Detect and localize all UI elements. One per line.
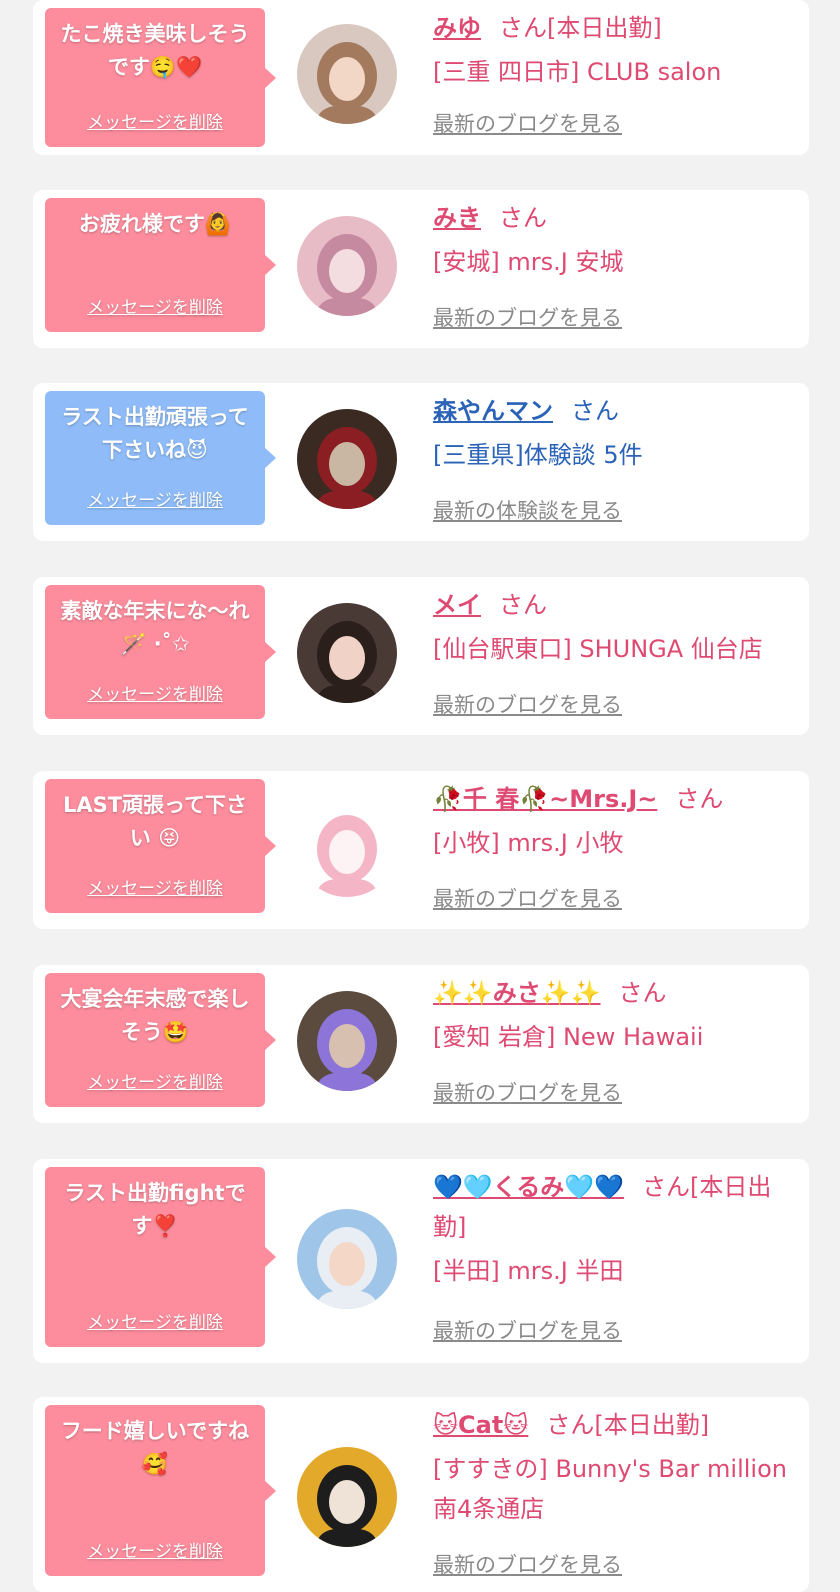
message-bubble: たこ焼き美味しそうです🤤❤️ メッセージを削除 [45,8,276,147]
message-card: フード嬉しいですね🥰 メッセージを削除 🐱Cat🐱 さん[本日出勤] [すすきの] Bu… [33,1397,809,1592]
message-card: ラスト出勤頑張って下さいね😈 メッセージを削除 森やんマン さん [三重県]体験談 5件… [33,383,809,541]
delete-message-link[interactable]: メッセージを削除 [45,874,265,899]
sender-name-line: みゆ さん[本日出勤] [433,8,797,48]
avatar[interactable] [297,1447,397,1547]
avatar[interactable] [297,991,397,1091]
sender-name-link[interactable]: 💙🩵くるみ🩵💙 [433,1173,624,1201]
sender-name-link[interactable]: みき [433,204,481,232]
sender-name-link[interactable]: みゆ [433,14,481,42]
sender-name-link[interactable]: 🥀千 春🥀~Mrs.J~ [433,785,657,813]
sender-info: みき さん [安城] mrs.J 安城 [433,198,797,282]
avatar-image [297,1447,397,1547]
sender-info: 🥀千 春🥀~Mrs.J~ さん [小牧] mrs.J 小牧 [433,779,797,863]
sender-name-line: 🥀千 春🥀~Mrs.J~ さん [433,779,797,819]
sender-suffix: さん [499,204,547,232]
sender-name-line: 💙🩵くるみ🩵💙 さん[本日出勤] [433,1167,797,1247]
sender-suffix: さん [499,591,547,619]
avatar[interactable] [297,797,397,897]
message-text: 大宴会年末感で楽しそう🤩 [60,987,250,1044]
sender-suffix: さん [571,397,619,425]
avatar-image [297,409,397,509]
message-text: ラスト出勤fightです❣️ [64,1181,246,1238]
message-card: 素敵な年末にな〜れ🪄 ‧˚✩ メッセージを削除 メイ さん [仙台駅東口] SHUNGA… [33,577,809,735]
shop-info: [すすきの] Bunny's Bar million 南4条通店 [433,1455,787,1523]
message-card: LAST頑張って下さい 😝 メッセージを削除 🥀千 春🥀~Mrs.J~ さん [小牧] … [33,771,809,929]
sender-name-line: 森やんマン さん [433,391,797,431]
shop-info: [三重 四日市] CLUB salon [433,58,722,86]
sender-name-line: 🐱Cat🐱 さん[本日出勤] [433,1405,797,1445]
avatar-image [297,603,397,703]
view-latest-link[interactable]: 最新の体験談を見る [433,495,622,525]
sender-info: 💙🩵くるみ🩵💙 さん[本日出勤] [半田] mrs.J 半田 [433,1167,797,1291]
shop-info: [安城] mrs.J 安城 [433,248,624,276]
sender-suffix: さん [675,785,724,813]
avatar-image [297,991,397,1091]
message-bubble: 素敵な年末にな〜れ🪄 ‧˚✩ メッセージを削除 [45,585,276,719]
message-text: 素敵な年末にな〜れ🪄 ‧˚✩ [60,599,250,656]
delete-message-link[interactable]: メッセージを削除 [45,680,265,705]
message-bubble: 大宴会年末感で楽しそう🤩 メッセージを削除 [45,973,276,1107]
sender-suffix: さん[本日出勤] [499,14,662,42]
avatar[interactable] [297,409,397,509]
avatar[interactable] [297,216,397,316]
message-text: ラスト出勤頑張って下さいね😈 [61,405,249,462]
delete-message-link[interactable]: メッセージを削除 [45,108,265,133]
message-card: 大宴会年末感で楽しそう🤩 メッセージを削除 ✨✨みさ✨✨ さん [愛知 岩倉] New … [33,965,809,1123]
delete-message-link[interactable]: メッセージを削除 [45,1537,265,1562]
avatar-image [297,1209,397,1309]
message-bubble: ラスト出勤fightです❣️ メッセージを削除 [45,1167,276,1347]
avatar[interactable] [297,1209,397,1309]
message-text: LAST頑張って下さい 😝 [62,793,248,850]
message-card: お疲れ様です🙆 メッセージを削除 みき さん [安城] mrs.J 安城 最新のブログを見… [33,190,809,348]
delete-message-link[interactable]: メッセージを削除 [45,293,265,318]
avatar[interactable] [297,603,397,703]
avatar-image [297,797,397,897]
delete-message-link[interactable]: メッセージを削除 [45,486,265,511]
sender-suffix: さん [618,979,667,1007]
message-text: お疲れ様です🙆 [78,212,232,236]
message-card: たこ焼き美味しそうです🤤❤️ メッセージを削除 みゆ さん[本日出勤] [三重 四日市]… [33,0,809,155]
message-bubble: フード嬉しいですね🥰 メッセージを削除 [45,1405,276,1576]
view-latest-link[interactable]: 最新のブログを見る [433,883,622,913]
sender-name-link[interactable]: 🐱Cat🐱 [433,1411,528,1439]
sender-name-line: ✨✨みさ✨✨ さん [433,973,797,1013]
avatar-image [297,24,397,124]
message-bubble: LAST頑張って下さい 😝 メッセージを削除 [45,779,276,913]
sender-info: みゆ さん[本日出勤] [三重 四日市] CLUB salon [433,8,797,92]
sender-suffix: さん[本日出勤] [546,1411,710,1439]
shop-info: [三重県]体験談 5件 [433,441,643,469]
avatar[interactable] [297,24,397,124]
message-text: たこ焼き美味しそうです🤤❤️ [60,22,250,79]
delete-message-link[interactable]: メッセージを削除 [45,1068,265,1093]
shop-info: [小牧] mrs.J 小牧 [433,829,624,857]
message-text: フード嬉しいですね🥰 [60,1419,250,1476]
sender-info: 🐱Cat🐱 さん[本日出勤] [すすきの] Bunny's Bar million … [433,1405,797,1529]
sender-info: ✨✨みさ✨✨ さん [愛知 岩倉] New Hawaii [433,973,797,1057]
sender-name-line: みき さん [433,198,797,238]
message-card: ラスト出勤fightです❣️ メッセージを削除 💙🩵くるみ🩵💙 さん[本日出勤] [半田… [33,1159,809,1363]
avatar-image [297,216,397,316]
message-bubble: ラスト出勤頑張って下さいね😈 メッセージを削除 [45,391,276,525]
view-latest-link[interactable]: 最新のブログを見る [433,108,622,138]
sender-name-link[interactable]: メイ [433,591,481,619]
shop-info: [半田] mrs.J 半田 [433,1257,624,1285]
sender-info: メイ さん [仙台駅東口] SHUNGA 仙台店 [433,585,797,669]
view-latest-link[interactable]: 最新のブログを見る [433,689,622,719]
view-latest-link[interactable]: 最新のブログを見る [433,302,622,332]
shop-info: [愛知 岩倉] New Hawaii [433,1023,704,1051]
view-latest-link[interactable]: 最新のブログを見る [433,1549,622,1579]
view-latest-link[interactable]: 最新のブログを見る [433,1077,622,1107]
message-bubble: お疲れ様です🙆 メッセージを削除 [45,198,276,332]
shop-info: [仙台駅東口] SHUNGA 仙台店 [433,635,763,663]
sender-name-line: メイ さん [433,585,797,625]
sender-name-link[interactable]: 森やんマン [433,397,553,425]
view-latest-link[interactable]: 最新のブログを見る [433,1315,622,1345]
sender-name-link[interactable]: ✨✨みさ✨✨ [433,979,601,1007]
delete-message-link[interactable]: メッセージを削除 [45,1308,265,1333]
sender-info: 森やんマン さん [三重県]体験談 5件 [433,391,797,475]
